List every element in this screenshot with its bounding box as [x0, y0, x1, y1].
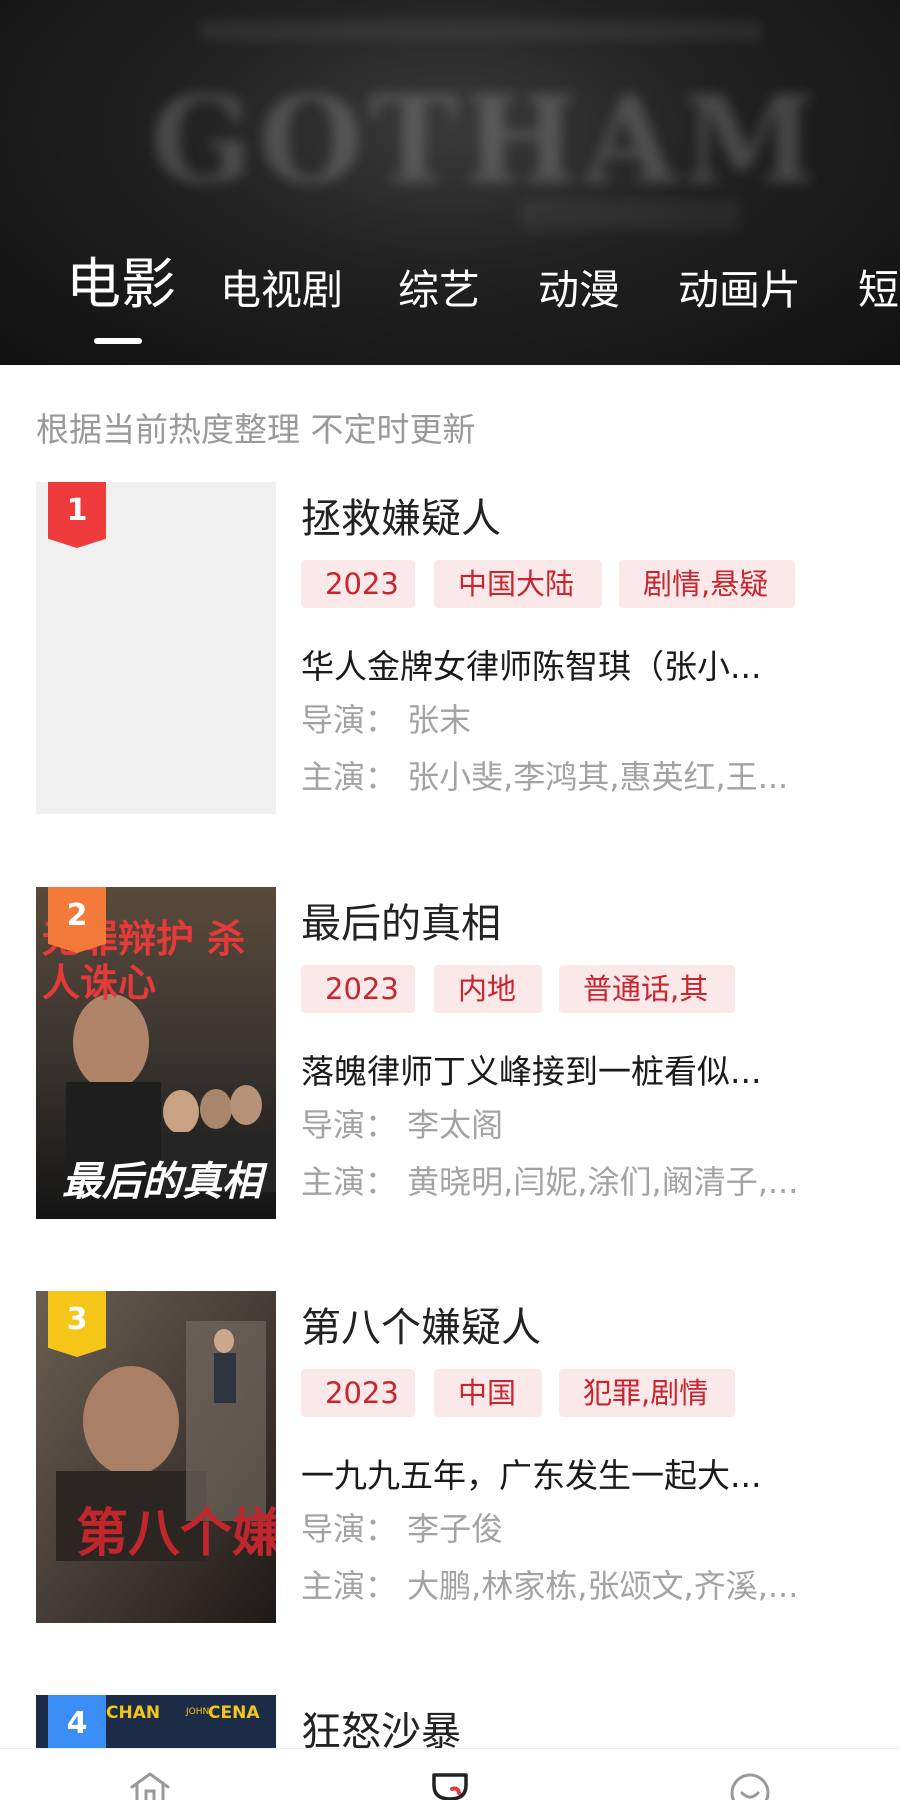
- movie-cast: 主演： 张小斐,李鸿其,惠英红,王...: [301, 758, 789, 796]
- tag-year: 2023: [301, 965, 415, 1013]
- rank-badge: 4: [48, 1695, 106, 1755]
- movie-list-item[interactable]: CHAN JOHN CENA 4 狂怒沙暴: [0, 1695, 900, 1755]
- category-tabs: 电影 电视剧 综艺 动漫 动画片 短: [0, 252, 900, 345]
- rank-badge: 1: [48, 482, 106, 548]
- rank-badge: 3: [48, 1291, 106, 1357]
- movie-director: 导演： 张末: [301, 701, 472, 739]
- backdrop-blur-line: [520, 200, 740, 230]
- movie-poster[interactable]: 第八个嫌 3: [36, 1291, 276, 1623]
- tag-genre: 犯罪,剧情: [559, 1369, 735, 1417]
- backdrop-blur-line: [200, 20, 760, 42]
- tab-anime[interactable]: 动漫: [538, 255, 620, 325]
- movie-list-item[interactable]: 第八个嫌 3 第八个嫌疑人 2023 中国 犯罪,剧情 一九九五年，广东发生一起…: [0, 1291, 900, 1631]
- tag-genre: 普通话,其: [559, 965, 735, 1013]
- poster-credit: CHAN: [106, 1703, 161, 1723]
- movie-title[interactable]: 拯救嫌疑人: [301, 486, 501, 544]
- movie-cast: 主演： 黄晓明,闫妮,涂们,阚清子,...: [301, 1163, 799, 1201]
- rank-badge: 2: [48, 887, 106, 953]
- tag-region: 中国大陆: [434, 560, 602, 608]
- movie-title[interactable]: 最后的真相: [301, 891, 501, 949]
- poster-credit: JOHN: [186, 1707, 210, 1717]
- movie-description: 落魄律师丁义峰接到一桩看似...: [301, 1052, 762, 1091]
- active-tab-indicator: [94, 338, 142, 344]
- home-icon[interactable]: [128, 1771, 172, 1800]
- tag-genre: 剧情,悬疑: [619, 560, 795, 608]
- movie-poster[interactable]: CHAN JOHN CENA 4: [36, 1695, 276, 1755]
- movie-list-item[interactable]: 1 拯救嫌疑人 2023 中国大陆 剧情,悬疑 华人金牌女律师陈智琪（张小...…: [0, 482, 900, 822]
- movie-description: 华人金牌女律师陈智琪（张小...: [301, 647, 762, 686]
- movie-cast: 主演： 大鹏,林家栋,张颂文,齐溪,...: [301, 1567, 799, 1605]
- tab-animation[interactable]: 动画片: [678, 255, 801, 325]
- profile-icon[interactable]: [728, 1771, 772, 1800]
- backdrop-title: GOTHAM: [150, 70, 822, 211]
- poster-credit: CENA: [208, 1703, 260, 1723]
- movie-poster[interactable]: 1: [36, 482, 276, 814]
- tab-tv-series[interactable]: 电视剧: [220, 255, 343, 325]
- bottom-navigation: [0, 1748, 900, 1800]
- movie-description: 一九九五年，广东发生一起大...: [301, 1456, 762, 1495]
- tag-region: 中国: [434, 1369, 542, 1417]
- movie-director: 导演： 李子俊: [301, 1510, 504, 1548]
- poster-title: 第八个嫌: [76, 1504, 276, 1564]
- movie-title[interactable]: 狂怒沙暴: [301, 1699, 461, 1755]
- tab-short[interactable]: 短: [858, 255, 899, 325]
- movie-title[interactable]: 第八个嫌疑人: [301, 1295, 541, 1353]
- list-subtitle: 根据当前热度整理 不定时更新: [36, 410, 476, 449]
- movie-director: 导演： 李太阁: [301, 1106, 504, 1144]
- poster-title: 最后的真相: [62, 1159, 262, 1205]
- tab-variety[interactable]: 综艺: [398, 255, 480, 325]
- app-page: GOTHAM 电影 电视剧 综艺 动漫 动画片 短 根据当前热度整理 不定时更新…: [0, 0, 900, 1800]
- tab-movie[interactable]: 电影: [66, 249, 176, 319]
- tag-year: 2023: [301, 1369, 415, 1417]
- movie-list-item[interactable]: 无罪辩护 杀人诛心 最后的真相 2 最后的真相 2023 内地 普通话,其 落魄…: [0, 887, 900, 1227]
- movie-poster[interactable]: 无罪辩护 杀人诛心 最后的真相 2: [36, 887, 276, 1219]
- header-banner: GOTHAM 电影 电视剧 综艺 动漫 动画片 短: [0, 0, 900, 365]
- tag-region: 内地: [434, 965, 542, 1013]
- tag-year: 2023: [301, 560, 415, 608]
- discover-icon[interactable]: [428, 1771, 472, 1800]
